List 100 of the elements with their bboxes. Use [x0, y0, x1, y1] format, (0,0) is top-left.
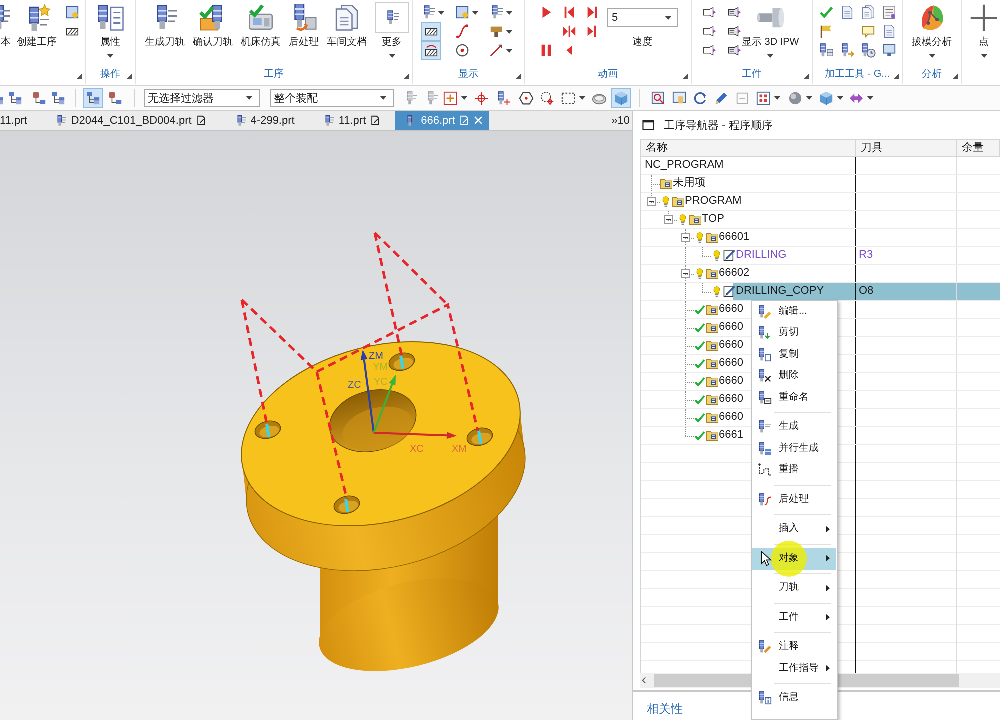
caret-icon[interactable]: [506, 10, 513, 14]
collapse-icon[interactable]: [664, 215, 673, 224]
tree-icon[interactable]: [32, 90, 47, 106]
file-tab[interactable]: 11.prt: [0, 111, 42, 130]
tree-icon[interactable]: [51, 90, 66, 106]
check-icon[interactable]: [819, 5, 834, 20]
toggle-button[interactable]: [421, 22, 441, 41]
rotate-icon[interactable]: [693, 90, 708, 106]
caret-icon[interactable]: [774, 96, 781, 100]
line-icon[interactable]: [489, 43, 504, 58]
tree-row[interactable]: 66601: [641, 229, 1000, 247]
document-icon[interactable]: [882, 24, 897, 39]
menu-item[interactable]: 剪切: [752, 322, 836, 344]
curve-icon[interactable]: [455, 24, 470, 39]
window-icon[interactable]: [642, 118, 655, 132]
target-icon[interactable]: [455, 43, 470, 58]
menu-item[interactable]: 插入: [752, 518, 836, 540]
tree-row[interactable]: 未用项: [641, 175, 1000, 193]
frame-icon[interactable]: [65, 5, 80, 20]
tool-clock-icon[interactable]: [861, 43, 876, 58]
menu-item[interactable]: 工作指导: [752, 658, 836, 680]
ribbon-button[interactable]: 机床仿真: [241, 1, 281, 49]
assembly-dropdown[interactable]: 整个装配: [270, 89, 394, 107]
dotted-circle-icon[interactable]: [540, 90, 555, 106]
megaphone-icon[interactable]: [702, 5, 717, 20]
close-icon[interactable]: [474, 116, 484, 125]
column-header[interactable]: 名称: [641, 140, 856, 156]
tab-overflow-button[interactable]: »10: [612, 111, 630, 130]
menu-item[interactable]: 重播: [752, 460, 836, 481]
ribbon-button[interactable]: 车间文档: [327, 1, 367, 49]
tree-icon[interactable]: [8, 90, 23, 106]
grid-icon[interactable]: [756, 90, 771, 106]
selection-filter-dropdown[interactable]: 无选择过滤器: [144, 89, 260, 107]
caret-icon[interactable]: [837, 96, 844, 100]
speed-dropdown[interactable]: 5: [607, 8, 678, 27]
monitor-icon[interactable]: [882, 43, 897, 58]
tool-grid-icon[interactable]: [819, 43, 834, 58]
dialog-launcher-icon[interactable]: [77, 74, 82, 79]
zoom-box-icon[interactable]: [651, 90, 666, 106]
menu-item[interactable]: 后处理: [752, 489, 836, 510]
column-header[interactable]: 刀具: [856, 140, 957, 156]
menu-item[interactable]: 刀轨: [752, 578, 836, 599]
ribbon-button[interactable]: 创建工序: [17, 1, 57, 49]
toggle-button[interactable]: [421, 41, 441, 60]
file-tab[interactable]: 4-299.prt: [220, 111, 309, 130]
flag-icon[interactable]: [819, 24, 834, 39]
menu-item[interactable]: 工件: [752, 607, 836, 628]
ribbon-button[interactable]: 显示 3D IPW: [742, 1, 800, 58]
menu-item[interactable]: 重命名: [752, 387, 836, 408]
caret-icon[interactable]: [806, 96, 813, 100]
file-tab[interactable]: D2044_C101_BD004.prt: [41, 111, 221, 130]
menu-item[interactable]: 信息: [752, 688, 836, 709]
megaphone-icon[interactable]: [702, 24, 717, 39]
selection-box-icon[interactable]: [561, 90, 576, 106]
dialog-launcher-icon[interactable]: [683, 74, 688, 79]
cube-icon[interactable]: [819, 90, 834, 106]
menu-item[interactable]: 注释: [752, 636, 836, 658]
tree-row[interactable]: PROGRAM: [641, 193, 1000, 211]
document-icon[interactable]: [840, 5, 855, 20]
dialog-launcher-icon[interactable]: [894, 74, 899, 79]
ribbon-button[interactable]: 拔模分析: [912, 1, 952, 58]
ribbon-button[interactable]: 点: [970, 1, 998, 58]
pause-icon[interactable]: [539, 43, 554, 58]
panel-icon[interactable]: [672, 90, 687, 106]
megaphone-icon[interactable]: [727, 5, 742, 20]
caret-icon[interactable]: [461, 96, 468, 100]
hexagon-icon[interactable]: [519, 90, 534, 106]
collapse-icon[interactable]: [647, 197, 656, 206]
pencil-icon[interactable]: [714, 90, 729, 106]
megaphone-icon[interactable]: [727, 43, 742, 58]
dialog-launcher-icon[interactable]: [804, 74, 809, 79]
toggle-button[interactable]: [611, 88, 631, 108]
stamp-icon[interactable]: [489, 24, 504, 39]
megaphone-icon[interactable]: [727, 24, 742, 39]
frame-icon[interactable]: [455, 5, 470, 20]
dialog-launcher-icon[interactable]: [127, 74, 132, 79]
dialog-launcher-icon[interactable]: [516, 74, 521, 79]
ribbon-button[interactable]: 属性: [96, 1, 124, 58]
dialog-launcher-icon[interactable]: [953, 74, 958, 79]
tree-row[interactable]: TOP: [641, 211, 1000, 229]
menu-item[interactable]: 编辑...: [752, 301, 836, 322]
tree-row[interactable]: 66602: [641, 265, 1000, 283]
list-icon[interactable]: [882, 5, 897, 20]
caret-icon[interactable]: [506, 48, 513, 52]
step-forward-icon[interactable]: [585, 5, 600, 20]
column-header[interactable]: 余量: [957, 140, 1000, 156]
file-tab[interactable]: 11.prt: [308, 111, 396, 130]
caret-icon[interactable]: [579, 96, 586, 100]
speech-bubble-icon[interactable]: [861, 24, 876, 39]
plus-box-icon[interactable]: [443, 90, 458, 106]
caret-icon[interactable]: [867, 96, 874, 100]
step-back-icon[interactable]: [562, 5, 577, 20]
collapse-icon[interactable]: [681, 269, 690, 278]
dialog-launcher-icon[interactable]: [404, 74, 409, 79]
tool-icon[interactable]: [496, 90, 511, 106]
ribbon-button[interactable]: 本: [0, 1, 12, 49]
graphics-viewport[interactable]: ZM YM ZC YC XC XM: [0, 131, 632, 720]
crosshair-icon[interactable]: [474, 90, 489, 106]
toggle-button[interactable]: [83, 88, 103, 108]
ribbon-button[interactable]: 生成刀轨: [145, 1, 185, 49]
